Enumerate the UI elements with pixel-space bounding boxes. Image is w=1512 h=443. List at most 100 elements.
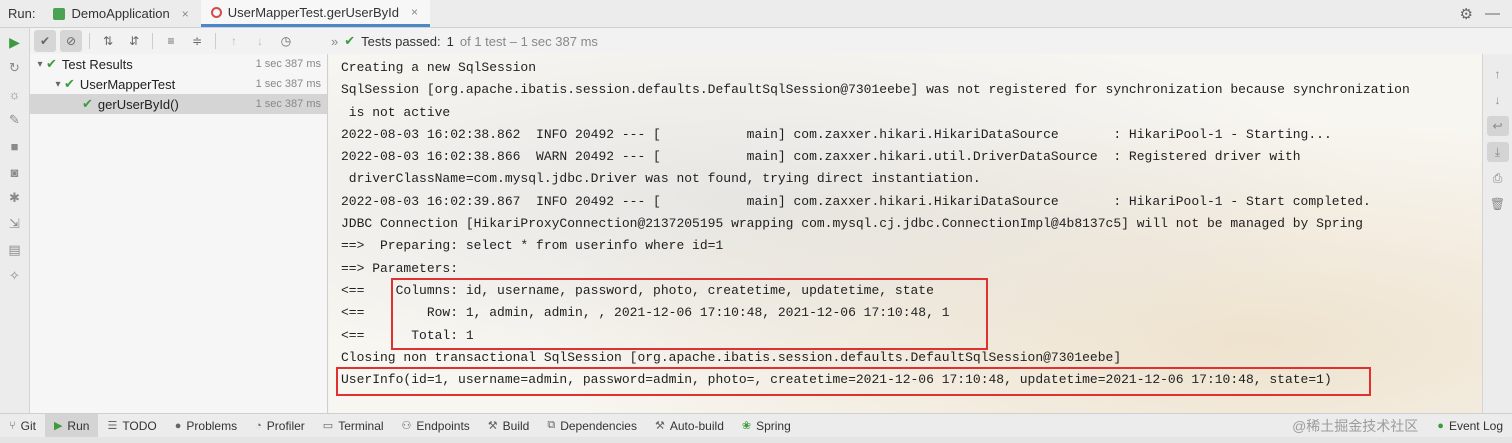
run-icon: ▶ [53,420,63,432]
close-icon[interactable]: × [182,7,189,21]
stop-icon[interactable]: ■ [5,136,25,156]
tree-node-test-results[interactable]: ▾ ✔ Test Results 1 sec 387 ms [30,54,327,74]
spring-icon: ❀ [741,420,752,432]
console-line: driverClassName=com.mysql.jdbc.Driver wa… [341,171,981,187]
tab-demo-application[interactable]: DemoApplication × [43,0,200,27]
tool-event-log[interactable]: ● Event Log [1428,414,1512,438]
console-output[interactable]: Creating a new SqlSession SqlSession [or… [329,54,1482,413]
tool-run[interactable]: ▶ Run [44,413,99,438]
soft-wrap-icon[interactable]: ↩ [1486,116,1509,136]
tool-profiler[interactable]: ◔ Profiler [246,414,314,438]
watermark-text: @稀土掘金技术社区 [1292,417,1419,434]
tree-node-label: UserMapperTest [79,76,176,92]
tree-node-ger-user-by-id[interactable]: ✔ gerUserById() 1 sec 387 ms [30,94,327,114]
wrench-icon[interactable]: ✎ [5,110,25,130]
next-failed-icon[interactable]: ↓ [249,30,271,52]
tree-node-user-mapper-test[interactable]: ▾ ✔ UserMapperTest 1 sec 387 ms [30,74,327,94]
git-icon: ⑂ [9,419,16,432]
auto-build-icon: ⚒ [654,420,665,432]
status-text: Tests passed: [361,33,441,49]
previous-failed-icon[interactable]: ↑ [223,30,245,52]
tool-label: Problems [186,418,238,433]
tool-git[interactable]: ⑂ Git [0,414,45,438]
status-bar [0,437,1512,443]
tool-window-bar: ⑂ Git ▶ Run ☰ TODO ● Problems ◔ Profiler… [0,413,1512,438]
run-side-toolbar: ▶ ↻ ☼ ✎ ■ ◙ ✱ ⇲ ▤ ✧ [0,28,30,413]
tree-node-label: Test Results [61,56,133,72]
terminal-icon: ▭ [322,420,334,432]
tool-terminal[interactable]: ▭ Terminal [314,414,393,438]
tree-node-time: 1 sec 387 ms [255,58,321,70]
console-line: SqlSession [org.apache.ibatis.session.de… [341,82,1410,98]
show-passed-icon[interactable]: ✔ [34,30,56,52]
passed-check-icon: ✔ [344,33,356,48]
divider [152,33,153,49]
collapse-all-icon[interactable]: ≑ [186,30,208,52]
console-line: ==> Parameters: [341,260,466,276]
console-line: ==> Preparing: select * from userinfo wh… [341,238,724,254]
sort-alpha-icon[interactable]: ⇅ [97,30,119,52]
tab-user-mapper-test[interactable]: UserMapperTest.gerUserById × [200,0,431,27]
tool-todo[interactable]: ☰ TODO [98,414,165,438]
tree-node-time: 1 sec 387 ms [255,98,321,110]
console-line: Closing non transactional SqlSession [or… [341,349,1122,365]
rerun-failed-icon[interactable]: ↻ [5,58,25,78]
tool-label: Profiler [266,418,305,433]
pin-icon[interactable]: ✧ [5,266,25,286]
debug-icon[interactable]: ☼ [5,84,25,104]
sort-duration-icon[interactable]: ⇵ [123,30,145,52]
endpoints-icon: ⚇ [401,420,412,432]
tool-label: Spring [756,418,791,433]
hide-icon[interactable]: — [1485,5,1500,22]
run-label: Run: [8,6,36,21]
scroll-to-end-icon[interactable]: ⤓ [1486,142,1509,162]
passed-count: 1 [446,33,454,49]
down-arrow-icon[interactable]: ↓ [1487,90,1509,110]
application-icon [53,7,66,20]
trash-icon[interactable]: 🗑 [1487,194,1509,214]
tool-build[interactable]: ⚒ Build [479,414,539,438]
console-side-toolbar: ↑ ↓ ↩ ⤓ ⎙ 🗑 [1482,54,1512,413]
close-icon[interactable]: × [411,5,418,19]
layout-icon[interactable]: ▤ [5,240,25,260]
tool-label: Dependencies [560,418,637,433]
tab-label: DemoApplication [71,6,170,21]
tool-problems[interactable]: ● Problems [166,414,246,438]
tool-spring[interactable]: ❀ Spring [733,414,800,438]
tool-label: Terminal [338,418,384,433]
tree-node-label: gerUserById() [97,96,179,112]
chevron-down-icon[interactable]: ▾ [34,59,46,70]
export-icon[interactable]: ⇲ [5,214,25,234]
highlight-box-result-columns [391,278,988,350]
camera-icon[interactable]: ◙ [5,162,25,182]
event-log-icon: ● [1437,419,1444,432]
console-line: 2022-08-03 16:02:38.862 INFO 20492 --- [… [341,126,1332,142]
tool-endpoints[interactable]: ⚇ Endpoints [393,414,479,438]
print-icon[interactable]: ⎙ [1487,168,1509,188]
chevron-down-icon[interactable]: ▾ [52,79,64,90]
tool-label: Auto-build [669,418,724,433]
show-ignored-icon[interactable]: ⊘ [60,30,82,52]
settings-icon[interactable]: ✱ [5,188,25,208]
expand-chevron-icon[interactable]: » [331,34,338,49]
expand-all-icon[interactable]: ≡ [160,30,182,52]
tool-dependencies[interactable]: ⧉ Dependencies [538,414,646,438]
profiler-icon: ◔ [255,419,262,432]
test-status: » ✔ Tests passed: 1 of 1 test – 1 sec 38… [331,33,598,49]
rerun-icon[interactable]: ▶ [5,32,25,52]
tool-label: Event Log [1448,418,1503,433]
history-icon[interactable]: ◷ [275,30,297,52]
tool-auto-build[interactable]: ⚒ Auto-build [646,414,733,438]
divider [89,33,90,49]
settings-gear-icon[interactable]: ⚙ [1460,5,1473,23]
tool-label: Run [67,418,90,433]
status-detail: of 1 test – 1 sec 387 ms [459,33,598,49]
up-arrow-icon[interactable]: ↑ [1487,64,1509,84]
divider [215,33,216,49]
passed-check-icon: ✔ [46,56,57,71]
tab-label: UserMapperTest.gerUserById [227,4,399,20]
passed-check-icon: ✔ [64,76,75,91]
tree-node-time: 1 sec 387 ms [255,78,321,90]
problems-icon: ● [174,419,182,432]
hammer-icon: ⚒ [487,420,498,432]
